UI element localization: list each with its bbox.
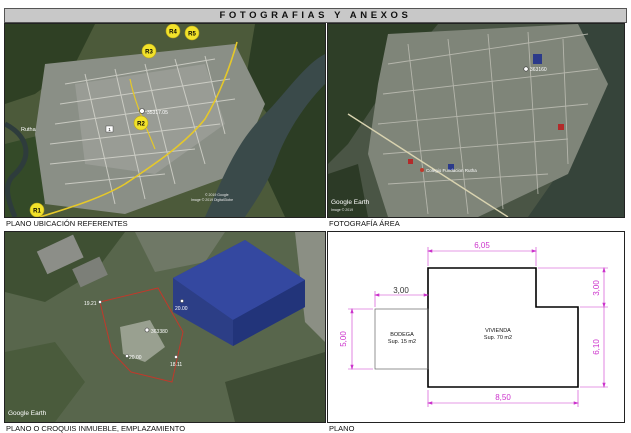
point-label: 35317.05 (147, 110, 168, 116)
vertex-label-3: 20.00 (129, 355, 142, 361)
location-pin-icon (144, 327, 150, 333)
vertex-label-4: 18.11 (170, 362, 182, 368)
school-icon (420, 168, 424, 172)
map-attribution-1: © 2019 Google (205, 193, 229, 197)
vivienda-label: VIVIENDA (485, 328, 511, 334)
location-pin-icon (523, 66, 529, 72)
road-badge: 1 (105, 125, 114, 133)
dimension-top: 6,05 (474, 241, 490, 250)
bodega-area: Sup. 15 m2 (388, 339, 416, 345)
location-map-caption: PLANO UBICACIÓN REFERENTES (6, 219, 128, 228)
location-map-image: R4 R5 R3 R2 R1 35317.05 Rutha 1 © 2019 G… (5, 24, 325, 217)
google-earth-logo: Google Earth (8, 410, 47, 417)
reference-marker-r2: R2 (133, 115, 149, 131)
site-sketch-panel: 19.21 20.00 20.00 18.11 363380 Google Ea… (4, 231, 326, 423)
vivienda-area: Sup. 70 m2 (484, 335, 512, 341)
aerial-attribution: Image © 2019 (331, 208, 353, 212)
svg-text:R3: R3 (145, 50, 153, 56)
vertex-label-2: 20.00 (175, 306, 188, 312)
aerial-photo-caption: FOTOGRAFÍA ÁREA (329, 219, 400, 228)
vertex-label-1: 19.21 (84, 301, 97, 307)
svg-text:R2: R2 (137, 122, 145, 128)
aerial-place-label: Colegio Fundacion Rutha (426, 168, 477, 173)
dimension-right-top: 3,00 (592, 280, 601, 296)
dimension-top-left: 3,00 (393, 286, 409, 295)
reference-marker-r3: R3 (141, 43, 157, 59)
site-sketch-image: 19.21 20.00 20.00 18.11 363380 Google Ea… (5, 232, 325, 422)
dimension-right-bottom: 6,10 (592, 339, 601, 355)
google-earth-logo: Google Earth (331, 199, 370, 206)
aerial-point-label: 363160 (530, 67, 547, 73)
document-sheet: FOTOGRAFIAS Y ANEXOS R4 R5 R3 R2 R1 3531… (0, 0, 631, 433)
svg-text:R4: R4 (169, 30, 177, 36)
bodega-label: BODEGA (390, 332, 414, 338)
map-attribution-2: Image © 2019 DigitalGlobe (191, 198, 233, 202)
location-map-panel: R4 R5 R3 R2 R1 35317.05 Rutha 1 © 2019 G… (4, 23, 326, 218)
svg-text:R1: R1 (33, 209, 41, 215)
svg-text:R5: R5 (188, 32, 196, 38)
document-title: FOTOGRAFIAS Y ANEXOS (4, 8, 627, 23)
location-pin-icon (139, 108, 145, 114)
floor-plan-drawing: 6,05 3,00 8,50 5,00 3,00 6,10 BODEGA Sup… (339, 241, 608, 407)
dimension-left: 5,00 (339, 331, 348, 347)
aerial-photo-image: 363160 Colegio Fundacion Rutha Google Ea… (328, 24, 624, 217)
site-point-label: 363380 (151, 329, 168, 335)
aerial-photo-panel: 363160 Colegio Fundacion Rutha Google Ea… (327, 23, 625, 218)
floor-plan-panel: 6,05 3,00 8,50 5,00 3,00 6,10 BODEGA Sup… (327, 231, 625, 423)
reference-marker-r1: R1 (29, 202, 45, 217)
reference-marker-r5: R5 (184, 25, 200, 41)
reference-marker-r4: R4 (165, 24, 181, 39)
town-label: Rutha (21, 127, 37, 133)
dimension-bottom: 8,50 (495, 393, 511, 402)
